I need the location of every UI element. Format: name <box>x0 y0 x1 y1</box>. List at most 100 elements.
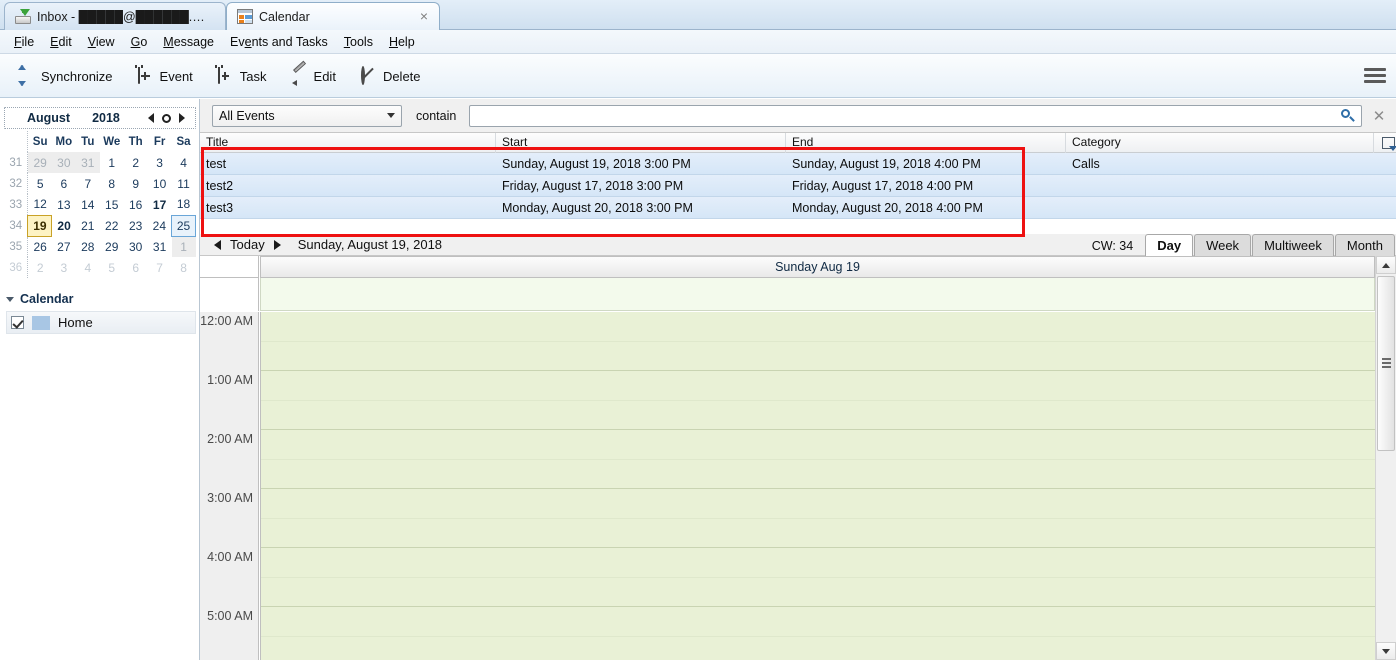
column-header-end[interactable]: End <box>786 132 1066 153</box>
close-icon[interactable]: × <box>417 9 431 24</box>
mini-calendar-day[interactable]: 8 <box>100 173 124 194</box>
calendar-item-home[interactable]: Home <box>6 311 196 334</box>
mini-calendar-day[interactable]: 17 <box>148 194 172 215</box>
mini-calendar-day[interactable]: 14 <box>76 194 100 215</box>
mini-calendar-day[interactable]: 6 <box>52 173 76 194</box>
mini-calendar-day[interactable]: 20 <box>52 215 76 236</box>
tab-view-month[interactable]: Month <box>1334 233 1395 256</box>
scroll-down-icon[interactable] <box>1376 642 1396 660</box>
menu-item-go[interactable]: Go <box>123 32 156 52</box>
previous-month-icon[interactable] <box>148 113 154 123</box>
tab-calendar[interactable]: Calendar × <box>226 2 440 30</box>
mini-calendar-day[interactable]: 10 <box>148 173 172 194</box>
menu-item-edit[interactable]: Edit <box>42 32 80 52</box>
today-circle-icon[interactable] <box>162 113 171 123</box>
day-column-header[interactable]: Sunday Aug 19 <box>260 256 1375 278</box>
menu-item-file[interactable]: File <box>6 32 42 52</box>
mini-calendar-day[interactable]: 3 <box>52 257 76 278</box>
synchronize-button[interactable]: Synchronize <box>8 63 123 90</box>
next-month-icon[interactable] <box>179 113 185 123</box>
mini-calendar-day[interactable]: 5 <box>100 257 124 278</box>
mini-calendar-day[interactable]: 27 <box>52 236 76 257</box>
today-button[interactable]: Today <box>230 237 265 252</box>
time-grid-hour-row[interactable] <box>261 312 1375 371</box>
scroll-up-icon[interactable] <box>1376 256 1396 274</box>
hamburger-menu-icon[interactable] <box>1364 68 1386 84</box>
mini-calendar-day[interactable]: 8 <box>172 257 196 278</box>
event-filter-select[interactable]: All Events <box>212 104 402 127</box>
vertical-scrollbar[interactable] <box>1375 256 1396 660</box>
mini-calendar-day[interactable]: 31 <box>75 152 100 173</box>
mini-calendar-day[interactable]: 24 <box>148 215 172 236</box>
scrollbar-thumb[interactable] <box>1377 276 1395 451</box>
time-grid-hour-row[interactable] <box>261 430 1375 489</box>
menu-item-view[interactable]: View <box>80 32 123 52</box>
mini-calendar-day[interactable]: 3 <box>148 152 172 173</box>
previous-day-icon[interactable] <box>214 239 221 250</box>
column-header-category[interactable]: Category <box>1066 132 1374 153</box>
delete-button[interactable]: Delete <box>350 63 431 90</box>
table-row[interactable]: test2 Friday, August 17, 2018 3:00 PM Frid… <box>200 175 1396 197</box>
calendar-group-header[interactable]: Calendar <box>0 289 200 309</box>
mini-calendar-day[interactable]: 5 <box>28 173 52 194</box>
mini-calendar-day[interactable]: 19 <box>27 214 53 237</box>
search-input[interactable] <box>469 104 1362 127</box>
time-grid-hour-row[interactable] <box>261 607 1375 660</box>
mini-calendar-day[interactable]: 16 <box>124 194 148 215</box>
mini-calendar-day[interactable]: 11 <box>172 173 196 194</box>
calendar-checkbox-home[interactable] <box>11 316 24 329</box>
all-day-row[interactable] <box>260 278 1375 311</box>
time-grid-hour-row[interactable] <box>261 548 1375 607</box>
column-picker-icon[interactable] <box>1374 133 1396 153</box>
mini-calendar-day[interactable]: 4 <box>76 257 100 278</box>
mini-calendar-day[interactable]: 29 <box>100 236 124 257</box>
mini-calendar-day[interactable]: 9 <box>124 173 148 194</box>
column-header-title[interactable]: Title <box>200 132 496 153</box>
menu-item-events-and-tasks[interactable]: Events and Tasks <box>222 32 336 52</box>
mini-calendar-month[interactable]: August <box>27 111 70 125</box>
next-day-icon[interactable] <box>273 239 281 250</box>
mini-calendar-day[interactable]: 18 <box>172 194 196 215</box>
mini-calendar-day[interactable]: 2 <box>124 152 148 173</box>
mini-calendar-day[interactable]: 2 <box>28 257 52 278</box>
new-event-button[interactable]: Event <box>127 63 203 90</box>
time-grid-hour-row[interactable] <box>261 489 1375 548</box>
mini-calendar-day[interactable]: 30 <box>51 152 76 173</box>
new-task-button[interactable]: Task <box>207 63 277 90</box>
mini-calendar-day[interactable]: 7 <box>148 257 172 278</box>
table-row[interactable]: test Sunday, August 19, 2018 3:00 PM Sunda… <box>200 153 1396 175</box>
mini-calendar-day[interactable]: 15 <box>100 194 124 215</box>
mini-calendar-day[interactable]: 12 <box>28 194 52 215</box>
mini-calendar-day[interactable]: 26 <box>28 236 52 257</box>
mini-calendar-day[interactable]: 13 <box>52 194 76 215</box>
tab-inbox[interactable]: Inbox - █████@██████.co… <box>4 2 226 30</box>
tab-view-day[interactable]: Day <box>1145 233 1194 256</box>
edit-button[interactable]: Edit <box>281 60 346 90</box>
mini-calendar-day[interactable]: 22 <box>100 215 124 236</box>
mini-calendar-day[interactable]: 29 <box>27 152 52 173</box>
mini-calendar-day[interactable]: 31 <box>148 236 172 257</box>
table-row[interactable]: test3 Monday, August 20, 2018 3:00 PM Mond… <box>200 197 1396 219</box>
mini-calendar-day[interactable]: 4 <box>172 152 196 173</box>
mini-calendar-day[interactable]: 21 <box>76 215 100 236</box>
search-magnifier-icon[interactable] <box>1341 108 1355 123</box>
column-header-start[interactable]: Start <box>496 132 786 153</box>
mini-calendar-day[interactable]: 28 <box>76 236 100 257</box>
tab-view-week[interactable]: Week <box>1194 233 1252 256</box>
mini-calendar-year[interactable]: 2018 <box>92 111 120 125</box>
close-search-icon[interactable]: ✕ <box>1368 107 1390 125</box>
mini-calendar-day[interactable]: 25 <box>171 214 196 237</box>
mini-calendar: August 2018 Su Mo Tu We Th Fr Sa 31 29 3… <box>4 107 196 278</box>
mini-calendar-day[interactable]: 23 <box>124 215 148 236</box>
mini-calendar-day[interactable]: 1 <box>171 236 196 257</box>
mini-calendar-day[interactable]: 6 <box>124 257 148 278</box>
time-grid[interactable] <box>260 312 1375 660</box>
menu-item-message[interactable]: Message <box>155 32 222 52</box>
menu-item-help[interactable]: Help <box>381 32 423 52</box>
time-grid-hour-row[interactable] <box>261 371 1375 430</box>
menu-item-tools[interactable]: Tools <box>336 32 381 52</box>
mini-calendar-day[interactable]: 7 <box>76 173 100 194</box>
mini-calendar-day[interactable]: 30 <box>124 236 148 257</box>
mini-calendar-day[interactable]: 1 <box>100 152 124 173</box>
tab-view-multiweek[interactable]: Multiweek <box>1252 233 1334 256</box>
